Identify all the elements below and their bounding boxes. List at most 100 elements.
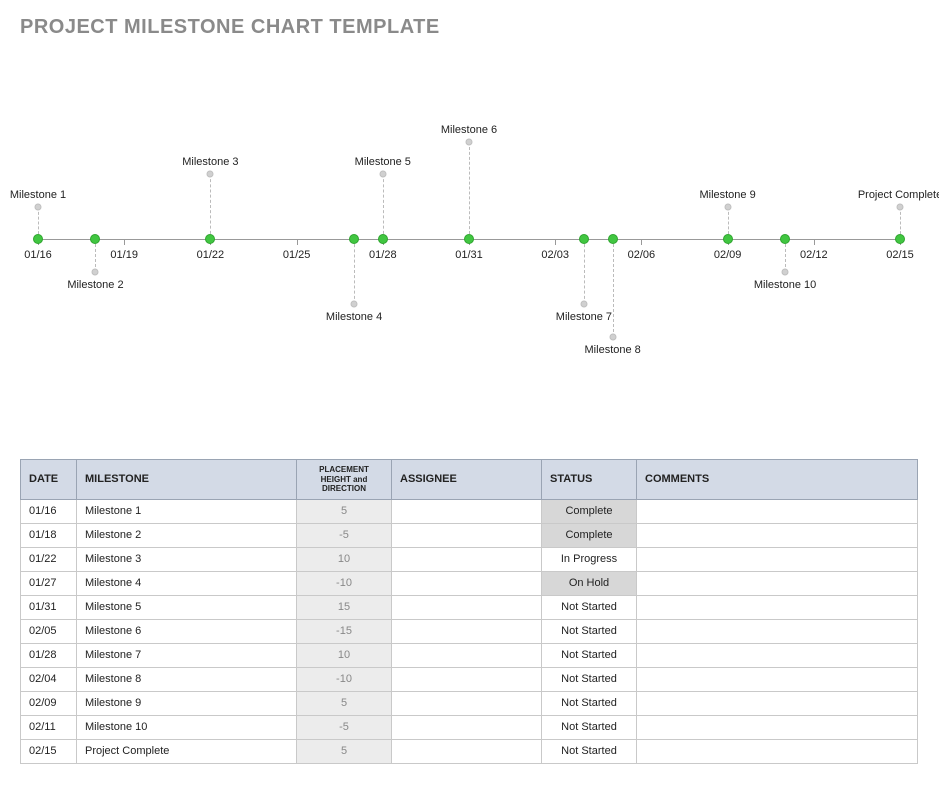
cell-status[interactable]: Not Started (542, 739, 637, 763)
axis-tick-label: 01/16 (24, 249, 52, 261)
table-row: 02/15Project Complete5 Not Started (21, 739, 918, 763)
cell-assignee[interactable] (392, 523, 542, 547)
cell-milestone[interactable]: Milestone 8 (77, 667, 297, 691)
cell-milestone[interactable]: Milestone 4 (77, 571, 297, 595)
milestone-label: Milestone 5 (355, 156, 411, 168)
cell-status[interactable]: Not Started (542, 691, 637, 715)
cell-assignee[interactable] (392, 667, 542, 691)
cell-date[interactable]: 01/18 (21, 523, 77, 547)
cell-comments[interactable] (637, 643, 918, 667)
milestone-end-dot (35, 203, 42, 210)
cell-date[interactable]: 01/28 (21, 643, 77, 667)
cell-assignee[interactable] (392, 643, 542, 667)
cell-assignee[interactable] (392, 691, 542, 715)
table-row: 02/04Milestone 8-10 Not Started (21, 667, 918, 691)
table-header-row: DATE MILESTONE PLACEMENT HEIGHT and DIRE… (21, 460, 918, 500)
milestone-axis-dot (90, 234, 100, 244)
axis-tick (814, 239, 815, 245)
milestone-end-dot (466, 138, 473, 145)
axis-tick (641, 239, 642, 245)
cell-date[interactable]: 02/04 (21, 667, 77, 691)
th-placement: PLACEMENT HEIGHT and DIRECTION (297, 460, 392, 500)
cell-milestone[interactable]: Milestone 1 (77, 499, 297, 523)
axis-tick-label: 02/15 (886, 249, 914, 261)
milestone-axis-dot (579, 234, 589, 244)
table-row: 01/31Milestone 515 Not Started (21, 595, 918, 619)
cell-assignee[interactable] (392, 619, 542, 643)
th-milestone: MILESTONE (77, 460, 297, 500)
cell-placement[interactable]: 5 (297, 691, 392, 715)
cell-date[interactable]: 02/05 (21, 619, 77, 643)
cell-date[interactable]: 01/22 (21, 547, 77, 571)
cell-comments[interactable] (637, 715, 918, 739)
cell-placement[interactable]: 5 (297, 499, 392, 523)
cell-comments[interactable] (637, 667, 918, 691)
cell-status[interactable]: Not Started (542, 667, 637, 691)
cell-status[interactable]: In Progress (542, 547, 637, 571)
cell-placement[interactable]: -5 (297, 715, 392, 739)
milestone-end-dot (724, 203, 731, 210)
cell-placement[interactable]: -10 (297, 667, 392, 691)
cell-date[interactable]: 01/16 (21, 499, 77, 523)
cell-status[interactable]: On Hold (542, 571, 637, 595)
cell-assignee[interactable] (392, 547, 542, 571)
cell-milestone[interactable]: Milestone 2 (77, 523, 297, 547)
milestone-label: Milestone 6 (441, 124, 497, 136)
cell-date[interactable]: 01/27 (21, 571, 77, 595)
cell-status[interactable]: Not Started (542, 643, 637, 667)
cell-placement[interactable]: 10 (297, 547, 392, 571)
cell-date[interactable]: 01/31 (21, 595, 77, 619)
cell-comments[interactable] (637, 547, 918, 571)
cell-date[interactable]: 02/11 (21, 715, 77, 739)
cell-assignee[interactable] (392, 739, 542, 763)
table-row: 01/28Milestone 710 Not Started (21, 643, 918, 667)
milestone-axis-dot (608, 234, 618, 244)
milestone-label: Milestone 7 (556, 311, 612, 323)
cell-comments[interactable] (637, 619, 918, 643)
cell-date[interactable]: 02/09 (21, 691, 77, 715)
cell-status[interactable]: Not Started (542, 715, 637, 739)
milestone-timeline-chart: 01/1601/1901/2201/2501/2801/3102/0302/06… (20, 69, 918, 399)
cell-milestone[interactable]: Project Complete (77, 739, 297, 763)
cell-date[interactable]: 02/15 (21, 739, 77, 763)
cell-comments[interactable] (637, 691, 918, 715)
page-title: PROJECT MILESTONE CHART TEMPLATE (20, 16, 919, 39)
cell-placement[interactable]: -10 (297, 571, 392, 595)
milestone-stem (469, 142, 470, 240)
axis-tick-label: 02/09 (714, 249, 742, 261)
cell-status[interactable]: Complete (542, 523, 637, 547)
milestone-axis-dot (378, 234, 388, 244)
cell-status[interactable]: Not Started (542, 595, 637, 619)
cell-placement[interactable]: 5 (297, 739, 392, 763)
cell-placement[interactable]: 10 (297, 643, 392, 667)
milestone-axis-dot (780, 234, 790, 244)
cell-comments[interactable] (637, 523, 918, 547)
cell-milestone[interactable]: Milestone 5 (77, 595, 297, 619)
cell-assignee[interactable] (392, 571, 542, 595)
cell-comments[interactable] (637, 739, 918, 763)
cell-status[interactable]: Complete (542, 499, 637, 523)
cell-placement[interactable]: 15 (297, 595, 392, 619)
cell-comments[interactable] (637, 499, 918, 523)
cell-milestone[interactable]: Milestone 6 (77, 619, 297, 643)
cell-milestone[interactable]: Milestone 9 (77, 691, 297, 715)
th-assignee: ASSIGNEE (392, 460, 542, 500)
cell-assignee[interactable] (392, 499, 542, 523)
cell-placement[interactable]: -15 (297, 619, 392, 643)
cell-placement[interactable]: -5 (297, 523, 392, 547)
cell-comments[interactable] (637, 571, 918, 595)
table-row: 01/22Milestone 310 In Progress (21, 547, 918, 571)
milestone-axis-dot (723, 234, 733, 244)
cell-milestone[interactable]: Milestone 7 (77, 643, 297, 667)
axis-tick-label: 01/22 (197, 249, 225, 261)
milestone-label: Milestone 4 (326, 311, 382, 323)
cell-status[interactable]: Not Started (542, 619, 637, 643)
cell-assignee[interactable] (392, 715, 542, 739)
cell-milestone[interactable]: Milestone 10 (77, 715, 297, 739)
cell-comments[interactable] (637, 595, 918, 619)
cell-assignee[interactable] (392, 595, 542, 619)
cell-milestone[interactable]: Milestone 3 (77, 547, 297, 571)
milestone-stem (613, 239, 614, 337)
axis-tick (124, 239, 125, 245)
milestone-end-dot (379, 171, 386, 178)
